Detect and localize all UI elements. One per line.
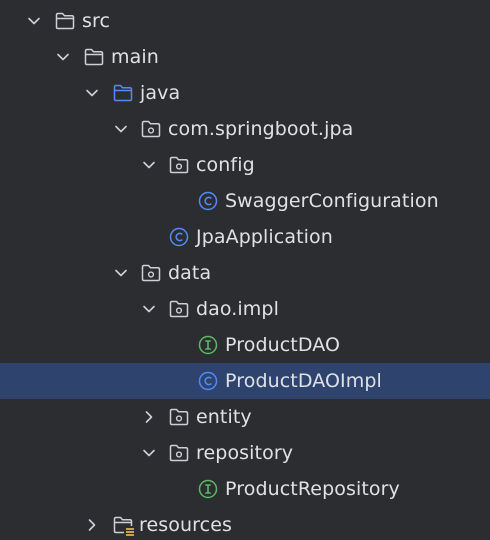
tree-node-repository[interactable]: repository: [0, 435, 490, 471]
package-icon: [168, 298, 190, 320]
tree-node-label: resources: [139, 514, 232, 536]
tree-node-label: JpaApplication: [196, 226, 333, 248]
chevron-right-icon[interactable]: [83, 516, 101, 534]
tree-node-jpaapplication[interactable]: JpaApplication: [0, 219, 490, 255]
resources-folder-icon: [112, 514, 134, 536]
tree-node-label: SwaggerConfiguration: [225, 190, 439, 212]
tree-node-label: config: [196, 154, 255, 176]
chevron-down-icon[interactable]: [140, 156, 158, 174]
tree-node-label: dao.impl: [196, 298, 279, 320]
chevron-down-icon[interactable]: [112, 120, 130, 138]
tree-node-label: main: [111, 46, 159, 68]
tree-node-java[interactable]: java: [0, 75, 490, 111]
package-icon: [168, 442, 190, 464]
package-icon: [168, 406, 190, 428]
interface-icon: [197, 334, 219, 356]
tree-node-label: data: [168, 262, 212, 284]
folder-icon: [83, 46, 105, 68]
tree-node-productrepository[interactable]: ProductRepository: [0, 471, 490, 507]
chevron-right-icon[interactable]: [140, 408, 158, 426]
tree-node-label: ProductDAO: [225, 334, 341, 356]
tree-node-productdaoimpl[interactable]: ProductDAOImpl: [0, 363, 490, 399]
tree-node-label: entity: [196, 406, 252, 428]
tree-node-label: repository: [196, 442, 294, 464]
tree-node-src[interactable]: src: [0, 3, 490, 39]
tree-node-data[interactable]: data: [0, 255, 490, 291]
tree-node-main[interactable]: main: [0, 39, 490, 75]
package-icon: [140, 262, 162, 284]
chevron-down-icon[interactable]: [83, 84, 101, 102]
tree-node-label: ProductRepository: [225, 478, 400, 500]
class-icon: [197, 370, 219, 392]
tree-node-config[interactable]: config: [0, 147, 490, 183]
tree-node-dao-impl[interactable]: dao.impl: [0, 291, 490, 327]
interface-icon: [197, 478, 219, 500]
tree-node-label: ProductDAOImpl: [225, 370, 382, 392]
class-icon: [197, 190, 219, 212]
tree-node-com-springboot-jpa[interactable]: com.springboot.jpa: [0, 111, 490, 147]
chevron-down-icon[interactable]: [112, 264, 130, 282]
package-icon: [168, 154, 190, 176]
tree-node-label: com.springboot.jpa: [168, 118, 354, 140]
tree-node-productdao[interactable]: ProductDAO: [0, 327, 490, 363]
chevron-down-icon[interactable]: [140, 444, 158, 462]
project-tree: src main java com.springboot.jpa config …: [0, 0, 490, 540]
tree-node-label: src: [82, 10, 111, 32]
package-icon: [140, 118, 162, 140]
folder-icon: [54, 10, 76, 32]
tree-node-label: java: [140, 82, 181, 104]
tree-node-entity[interactable]: entity: [0, 399, 490, 435]
source-folder-icon: [112, 82, 134, 104]
tree-node-swaggerconfiguration[interactable]: SwaggerConfiguration: [0, 183, 490, 219]
tree-node-resources[interactable]: resources: [0, 507, 490, 540]
chevron-down-icon[interactable]: [140, 300, 158, 318]
chevron-down-icon[interactable]: [54, 48, 72, 66]
chevron-down-icon[interactable]: [25, 12, 43, 30]
class-icon: [168, 226, 190, 248]
